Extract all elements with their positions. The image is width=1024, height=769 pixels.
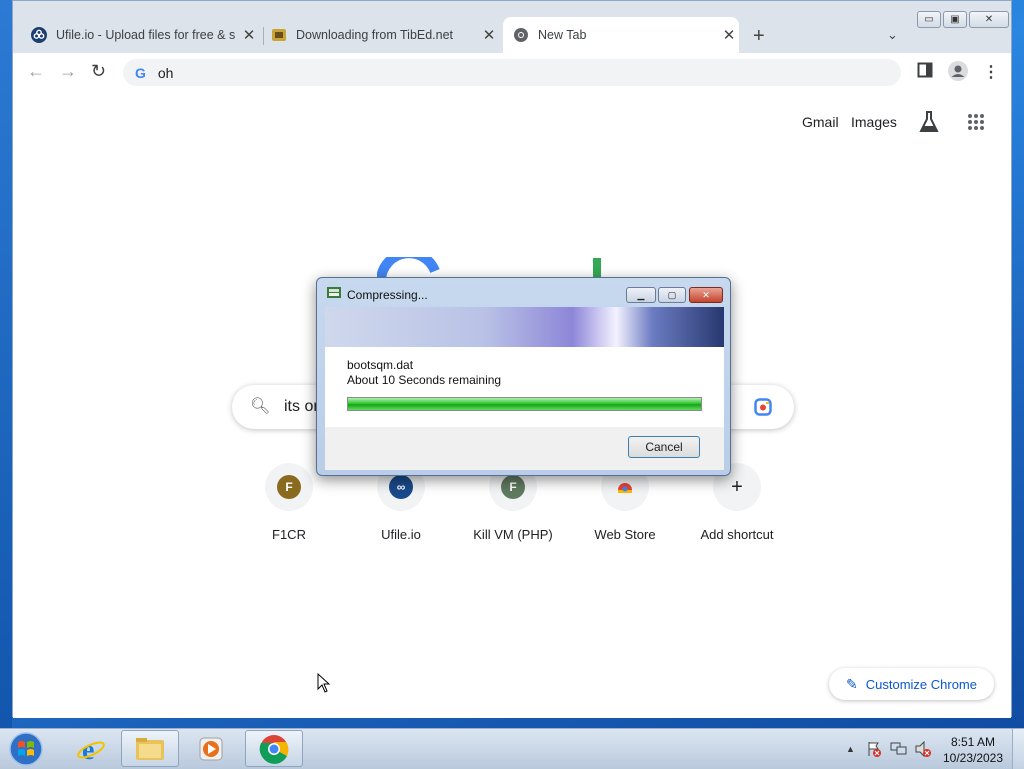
new-tab-button[interactable]: + bbox=[753, 25, 765, 48]
taskbar-media-player[interactable] bbox=[182, 730, 240, 767]
google-lens-icon[interactable] bbox=[754, 398, 772, 416]
clock-date: 10/23/2023 bbox=[942, 751, 1004, 765]
dialog-banner bbox=[325, 307, 724, 347]
tab-title: Downloading from TibEd.net bbox=[296, 28, 454, 42]
search-icon: 🔍︎ bbox=[250, 398, 271, 415]
chrome-taskbar-icon bbox=[259, 734, 289, 764]
profile-avatar-icon[interactable] bbox=[948, 61, 968, 81]
browser-toolbar: ← → ↻ G oh ⋮ bbox=[13, 53, 1011, 92]
time-remaining: About 10 Seconds remaining bbox=[347, 373, 502, 387]
shortcut-label: Add shortcut bbox=[700, 527, 774, 542]
shortcut-tile: F bbox=[265, 463, 313, 511]
side-panel-icon[interactable] bbox=[917, 62, 933, 78]
dialog-maximize-button[interactable]: ▢ bbox=[658, 287, 686, 303]
engine-letter: G bbox=[135, 64, 146, 81]
dialog-body: bootsqm.dat About 10 Seconds remaining bbox=[325, 347, 724, 427]
minimize-window-button[interactable]: ▭ bbox=[917, 11, 941, 28]
labs-flask-icon[interactable] bbox=[919, 111, 939, 133]
tray-overflow-icon[interactable]: ▲ bbox=[846, 744, 855, 754]
menu-kebab-icon[interactable]: ⋮ bbox=[983, 62, 999, 82]
address-bar[interactable]: G oh bbox=[123, 59, 901, 86]
compress-app-icon bbox=[327, 287, 341, 298]
volume-muted-icon[interactable] bbox=[914, 741, 932, 757]
desktop-background bbox=[0, 0, 12, 728]
taskbar-ie[interactable]: e bbox=[62, 730, 120, 767]
tab-title: New Tab bbox=[538, 28, 587, 42]
show-desktop-button[interactable] bbox=[1012, 729, 1024, 769]
shortcut-label: Ufile.io bbox=[381, 527, 421, 542]
start-button-icon[interactable] bbox=[6, 731, 46, 767]
pencil-icon: ✎ bbox=[846, 675, 858, 692]
chrome-icon bbox=[514, 28, 528, 42]
tab-tibed[interactable]: Downloading from TibEd.net ✕ bbox=[271, 17, 499, 53]
network-icon[interactable] bbox=[890, 741, 908, 757]
images-link[interactable]: Images bbox=[851, 114, 897, 130]
tab-separator bbox=[263, 27, 264, 45]
clock-time: 8:51 AM bbox=[950, 735, 996, 749]
file-name: bootsqm.dat bbox=[347, 358, 414, 372]
tab-title: Ufile.io - Upload files for free & s bbox=[56, 28, 236, 42]
tab-ufile[interactable]: Ufile.io - Upload files for free & s ✕ bbox=[31, 17, 259, 53]
plus-icon: + bbox=[731, 475, 743, 498]
dialog-title: Compressing... bbox=[347, 288, 428, 302]
kill-vm-icon: F bbox=[501, 475, 525, 499]
taskbar-chrome[interactable] bbox=[245, 730, 303, 767]
dialog-close-button[interactable]: ✕ bbox=[689, 287, 723, 303]
mouse-cursor-icon bbox=[317, 673, 331, 693]
customize-label: Customize Chrome bbox=[865, 676, 977, 692]
progress-fill bbox=[348, 398, 701, 410]
cancel-button[interactable]: Cancel bbox=[628, 436, 700, 458]
close-window-button[interactable]: ✕ bbox=[969, 11, 1009, 28]
maximize-window-button[interactable]: ▣ bbox=[943, 11, 967, 28]
taskbar-explorer[interactable] bbox=[121, 730, 179, 767]
tab-search-dropdown-icon[interactable]: ⌄ bbox=[887, 27, 898, 43]
tab-strip: Ufile.io - Upload files for free & s ✕ D… bbox=[13, 1, 1011, 53]
tab-new-tab[interactable]: New Tab ✕ bbox=[503, 17, 739, 53]
media-player-icon bbox=[199, 737, 223, 760]
taskbar: e ▲ 8:51 AM 10/23/2023 bbox=[0, 728, 1024, 769]
forward-icon[interactable]: → bbox=[59, 61, 77, 82]
ufile-icon bbox=[31, 27, 47, 43]
compressing-dialog: Compressing... ▁ ▢ ✕ bootsqm.dat About 1… bbox=[316, 277, 731, 476]
back-icon[interactable]: ← bbox=[27, 61, 45, 82]
progress-bar bbox=[347, 397, 702, 411]
close-tab-icon[interactable]: ✕ bbox=[239, 26, 259, 44]
system-clock[interactable]: 8:51 AM 10/23/2023 bbox=[942, 734, 1004, 766]
reload-icon[interactable]: ↻ bbox=[91, 61, 106, 82]
tibed-icon bbox=[272, 29, 286, 41]
search-input[interactable]: its or bbox=[284, 398, 319, 416]
shortcut-label: F1CR bbox=[272, 527, 306, 542]
address-input[interactable]: oh bbox=[158, 65, 174, 81]
dialog-footer: Cancel bbox=[325, 427, 724, 470]
dialog-minimize-button[interactable]: ▁ bbox=[626, 287, 656, 303]
f1cr-icon: F bbox=[277, 475, 301, 499]
shortcut-label: Web Store bbox=[594, 527, 656, 542]
gmail-link[interactable]: Gmail bbox=[802, 114, 839, 130]
svg-text:e: e bbox=[82, 735, 94, 764]
google-g-icon: G bbox=[135, 65, 146, 81]
dialog-titlebar[interactable]: Compressing... ▁ ▢ ✕ bbox=[317, 278, 730, 306]
close-tab-icon[interactable]: ✕ bbox=[719, 26, 739, 44]
close-tab-icon[interactable]: ✕ bbox=[479, 26, 499, 44]
web-store-icon bbox=[618, 483, 632, 493]
customize-chrome-button[interactable]: ✎ Customize Chrome bbox=[829, 668, 994, 700]
ufile-shortcut-icon: ∞ bbox=[389, 475, 413, 499]
shortcut-label: Kill VM (PHP) bbox=[473, 527, 553, 542]
apps-grid-icon[interactable] bbox=[967, 113, 985, 131]
action-center-flag-icon[interactable] bbox=[866, 741, 882, 757]
folder-icon bbox=[136, 737, 164, 760]
internet-explorer-icon: e bbox=[77, 735, 105, 764]
